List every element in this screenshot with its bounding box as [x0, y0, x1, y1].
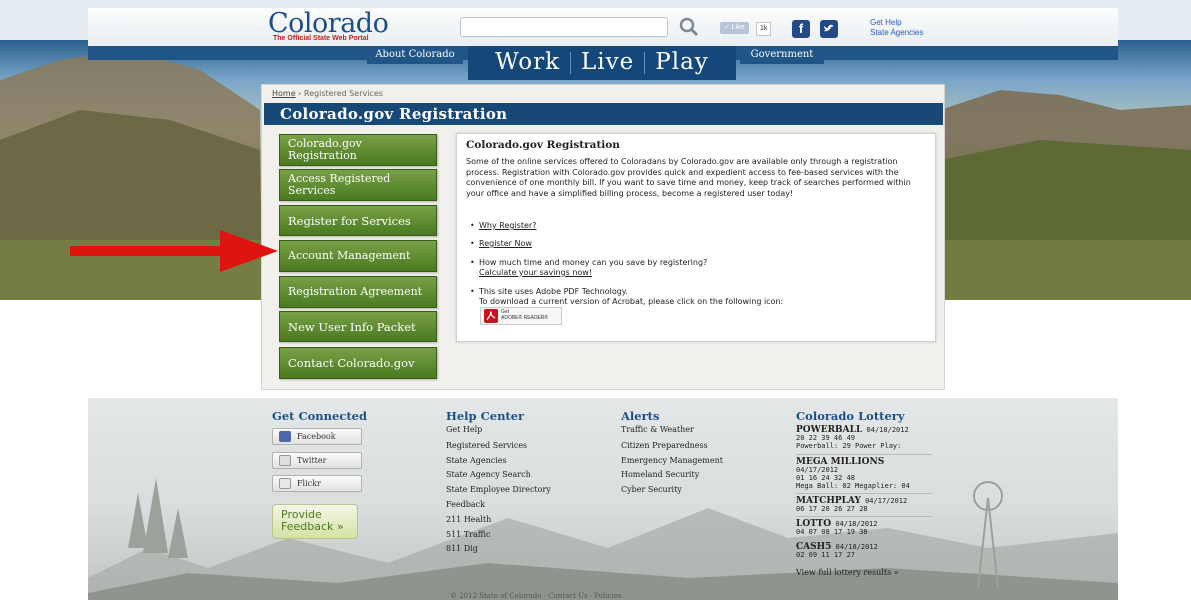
lottery-powerball[interactable]: POWERBALL 04/18/2012 20 22 39 46 49 Powe…: [796, 426, 909, 451]
sidebar-item-registration-agreement[interactable]: Registration Agreement: [279, 276, 437, 308]
sidebar-item-new-user-info-packet[interactable]: New User Info Packet: [279, 311, 437, 342]
match-date: 04/17/2012: [865, 497, 908, 505]
calculate-savings-link[interactable]: Calculate your savings now!: [479, 268, 592, 279]
alert-link-cyber-security[interactable]: Cyber Security: [621, 485, 682, 494]
sidebar-item-register-for-services[interactable]: Register for Services: [279, 205, 437, 236]
powerball-date: 04/18/2012: [866, 426, 909, 434]
save-question: How much time and money can you save by …: [479, 258, 708, 267]
adobe-reader-text: ADOBE® READER®: [501, 315, 549, 321]
register-now-link[interactable]: Register Now: [479, 239, 532, 250]
twitter-label: Twitter: [297, 456, 327, 465]
adobe-pdf-icon: [484, 309, 498, 323]
why-register-link[interactable]: Why Register?: [479, 221, 536, 232]
sidebar-item-account-management[interactable]: Account Management: [279, 240, 437, 272]
state-agencies-link[interactable]: State Agencies: [870, 28, 923, 38]
help-link-feedback[interactable]: Feedback: [446, 500, 485, 509]
nav-play[interactable]: Play: [655, 49, 709, 75]
nav-about-colorado[interactable]: About Colorado: [367, 46, 463, 64]
powerball-numbers: 20 22 39 46 49: [796, 434, 856, 442]
lotto-date: 04/18/2012: [835, 520, 878, 528]
nav-work-live-play: Work Live Play: [468, 46, 736, 80]
mega-date: 04/17/2012: [796, 466, 839, 474]
provide-feedback-button[interactable]: Provide Feedback »: [272, 504, 358, 539]
help-link-811-dig[interactable]: 811 Dig: [446, 544, 478, 553]
footer-silhouette: [88, 478, 1118, 600]
breadcrumb-current: Registered Services: [303, 89, 383, 98]
pdf-line-1: This site uses Adobe PDF Technology.: [479, 287, 628, 296]
search-button[interactable]: [678, 16, 700, 38]
facebook-icon[interactable]: f: [792, 20, 810, 38]
mega-extra: Mega Ball: 02 Megaplier: 04: [796, 482, 910, 490]
mega-numbers: 01 16 24 32 48: [796, 474, 856, 482]
divider: [796, 454, 932, 455]
cash-date: 04/18/2012: [835, 543, 878, 551]
help-center-heading: Help Center: [446, 409, 525, 423]
like-button[interactable]: ✓ Like: [720, 22, 749, 34]
cash-numbers: 02 09 11 17 27: [796, 551, 856, 559]
sidebar-item-registration[interactable]: Colorado.gov Registration: [279, 134, 437, 166]
breadcrumb-home[interactable]: Home: [272, 89, 296, 98]
alert-link-homeland-security[interactable]: Homeland Security: [621, 470, 699, 479]
page-title: Colorado.gov Registration: [264, 103, 943, 125]
help-link-511-traffic[interactable]: 511 Traffic: [446, 530, 490, 539]
panel-intro: Some of the online services offered to C…: [466, 157, 911, 198]
twitter-icon[interactable]: [820, 20, 838, 38]
nav-live[interactable]: Live: [581, 49, 634, 75]
view-lottery-results-link[interactable]: View full lottery results »: [796, 568, 899, 577]
help-link-state-agencies[interactable]: State Agencies: [446, 456, 507, 465]
twitter-button[interactable]: Twitter: [272, 452, 362, 469]
lottery-matchplay[interactable]: MATCHPLAY 04/17/2012 06 17 20 26 27 28: [796, 497, 908, 514]
powerball-extra: Powerball: 29 Power Play:: [796, 442, 902, 450]
breadcrumb: Home › Registered Services: [272, 89, 383, 98]
flickr-label: Flickr: [297, 479, 321, 488]
get-adobe-reader-button[interactable]: Get ADOBE® READER®: [480, 307, 562, 325]
logo-subtitle: The Official State Web Portal: [273, 35, 369, 42]
alert-link-citizen-preparedness[interactable]: Citizen Preparedness: [621, 441, 708, 450]
divider: [796, 539, 932, 540]
like-count: 1k: [756, 22, 772, 36]
lottery-cash5[interactable]: CASH5 04/18/2012 02 09 11 17 27: [796, 543, 878, 560]
alert-link-emergency-management[interactable]: Emergency Management: [621, 456, 723, 465]
get-help-link[interactable]: Get Help: [870, 18, 923, 28]
panel-title: Colorado.gov Registration: [466, 139, 620, 151]
lotto-numbers: 04 07 08 17 19 38: [796, 528, 868, 536]
flickr-button[interactable]: Flickr: [272, 475, 362, 492]
search-icon: [679, 17, 699, 37]
facebook-button[interactable]: Facebook: [272, 428, 362, 445]
divider: [796, 493, 932, 494]
search-input[interactable]: [460, 17, 668, 37]
twitter-icon: [279, 455, 291, 466]
lottery-mega-millions[interactable]: MEGA MILLIONS 04/17/2012 01 16 24 32 48 …: [796, 458, 910, 491]
help-link-state-agency-search[interactable]: State Agency Search: [446, 470, 531, 479]
help-link-state-employee-directory[interactable]: State Employee Directory: [446, 485, 551, 494]
breadcrumb-separator: ›: [298, 89, 302, 98]
divider: [796, 516, 932, 517]
help-link-211-health[interactable]: 211 Health: [446, 515, 491, 524]
facebook-label: Facebook: [297, 432, 336, 441]
sidebar-item-access-registered-services[interactable]: Access Registered Services: [279, 169, 437, 201]
help-link-get-help[interactable]: Get Help: [446, 425, 482, 434]
lottery-lotto[interactable]: LOTTO 04/18/2012 04 07 08 17 19 38: [796, 520, 878, 537]
get-connected-heading: Get Connected: [272, 409, 367, 423]
red-arrow-annotation: [70, 230, 278, 272]
match-numbers: 06 17 20 26 27 28: [796, 505, 868, 513]
flickr-icon: [279, 478, 291, 489]
facebook-icon: [279, 431, 291, 442]
footer-bottom-text: © 2012 State of Colorado · Contact Us · …: [450, 592, 622, 600]
alert-link-traffic-weather[interactable]: Traffic & Weather: [621, 425, 694, 434]
nav-government[interactable]: Government: [740, 46, 824, 64]
footer: [88, 398, 1118, 600]
alerts-heading: Alerts: [621, 409, 660, 423]
lottery-heading: Colorado Lottery: [796, 409, 905, 423]
pdf-line-2: To download a current version of Acrobat…: [479, 297, 784, 306]
nav-work[interactable]: Work: [495, 49, 560, 75]
help-link-registered-services[interactable]: Registered Services: [446, 441, 527, 450]
sidebar-item-contact[interactable]: Contact Colorado.gov: [279, 347, 437, 379]
